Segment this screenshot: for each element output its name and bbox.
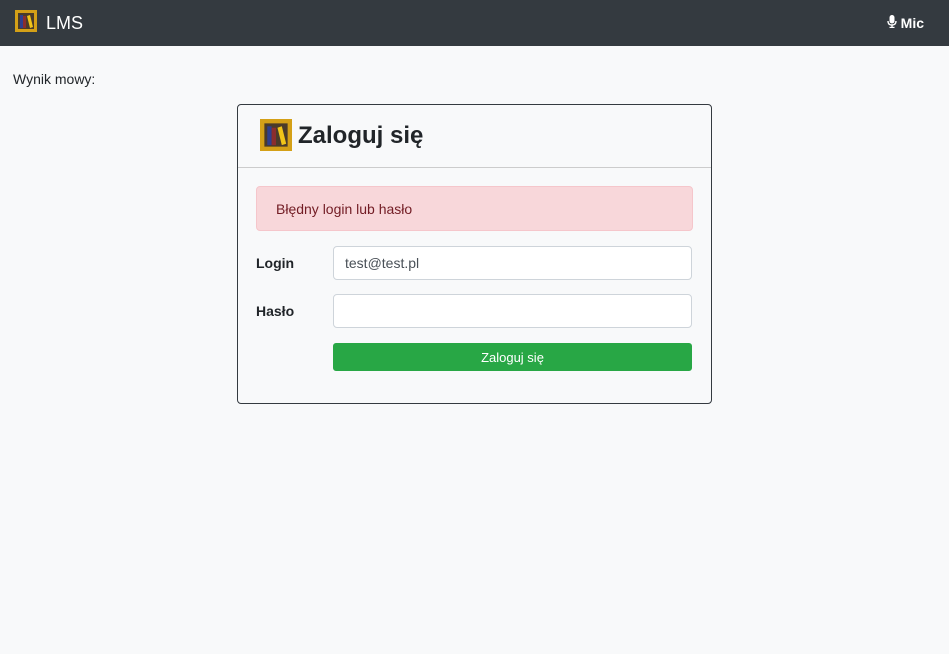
login-card: Zaloguj się Błędny login lub hasło Login… — [237, 104, 712, 404]
mic-label: Mic — [900, 15, 924, 31]
speech-result: Wynik mowy: — [13, 71, 99, 87]
password-label: Hasło — [256, 303, 295, 319]
brand-name: LMS — [46, 12, 84, 33]
password-input[interactable] — [333, 294, 692, 328]
submit-button[interactable]: Zaloguj się — [333, 343, 692, 371]
library-logo-icon — [260, 118, 292, 154]
login-title: Zaloguj się — [298, 122, 424, 149]
speech-result-label: Wynik mowy: — [13, 71, 96, 87]
login-label: Login — [256, 255, 295, 271]
card-header: Zaloguj się — [238, 105, 711, 168]
mic-button[interactable]: Mic — [886, 15, 924, 31]
brand-link[interactable]: LMS — [15, 9, 84, 37]
library-logo-icon — [15, 9, 37, 37]
microphone-icon — [886, 15, 897, 31]
password-row: Hasło — [256, 294, 693, 328]
login-row: Login — [256, 246, 693, 280]
top-navbar: LMS Mic — [0, 0, 949, 46]
login-input[interactable] — [333, 246, 692, 280]
error-alert: Błędny login lub hasło — [256, 186, 693, 231]
